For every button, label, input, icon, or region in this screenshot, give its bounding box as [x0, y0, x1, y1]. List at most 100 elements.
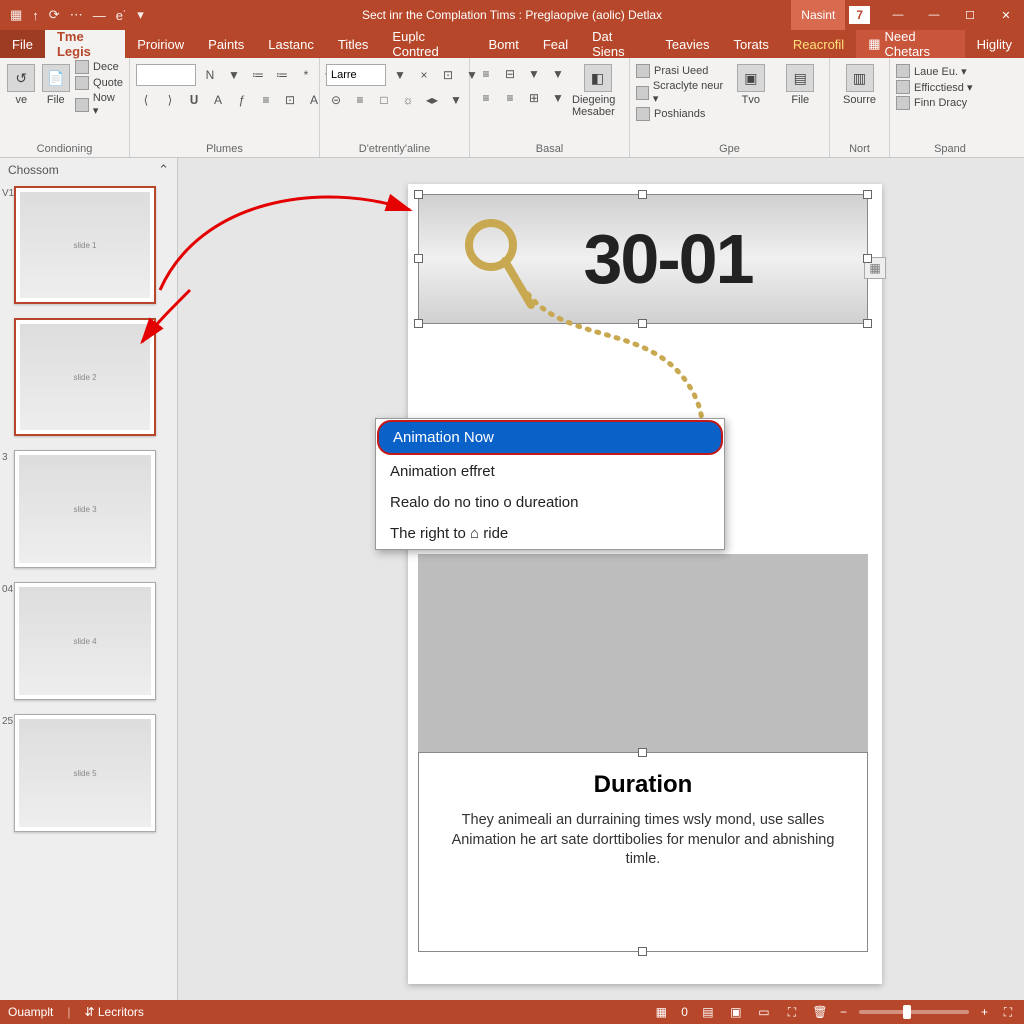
- minimize-button[interactable]: —: [880, 0, 916, 30]
- zoom-slider-knob[interactable]: [903, 1005, 911, 1019]
- ribbon-icon[interactable]: □: [374, 90, 394, 110]
- ribbon-icon[interactable]: A: [208, 90, 228, 110]
- ribbon-icon[interactable]: ≡: [476, 64, 496, 84]
- resize-handle[interactable]: [638, 190, 647, 199]
- chevron-down-icon[interactable]: ▼: [524, 64, 544, 84]
- status-icon[interactable]: ▭: [756, 1004, 772, 1020]
- font-name-combo[interactable]: [136, 64, 196, 86]
- fit-icon[interactable]: ⛶: [1000, 1004, 1016, 1020]
- ribbon-icon[interactable]: ⟩: [160, 90, 180, 110]
- qat-more-icon[interactable]: ▾: [137, 7, 144, 23]
- zoom-in-button[interactable]: +: [981, 1005, 988, 1019]
- ribbon-icon[interactable]: ≔: [272, 65, 292, 85]
- ribbon-icon[interactable]: N: [200, 65, 220, 85]
- menu-item-selected[interactable]: Animation Now: [377, 420, 723, 455]
- ribbon-small-button[interactable]: Dece: [75, 60, 123, 74]
- resize-handle[interactable]: [638, 947, 647, 956]
- tab-item[interactable]: Lastanc: [256, 30, 326, 58]
- ribbon-icon[interactable]: ≡: [256, 90, 276, 110]
- ribbon-icon[interactable]: ×: [414, 65, 434, 85]
- tab-item[interactable]: Euplc Contred: [380, 30, 476, 58]
- ribbon-small-button[interactable]: Finn Dracy: [896, 96, 973, 110]
- resize-handle[interactable]: [863, 319, 872, 328]
- status-icon[interactable]: ▤: [700, 1004, 716, 1020]
- resize-handle[interactable]: [638, 748, 647, 757]
- resize-handle[interactable]: [638, 319, 647, 328]
- tab-item[interactable]: Proiriow: [125, 30, 196, 58]
- tab-active[interactable]: Tme Legis: [45, 30, 125, 58]
- slide-canvas[interactable]: 30-01 ▦ Duration They animeali an durrai…: [178, 158, 1024, 1000]
- qat-refresh-icon[interactable]: ⟳: [49, 7, 60, 23]
- ribbon-icon[interactable]: ⊞: [524, 88, 544, 108]
- slide-thumb[interactable]: 3slide 3: [14, 450, 173, 568]
- ribbon-small-button[interactable]: Now ▾: [75, 92, 123, 117]
- ribbon-small-button[interactable]: Prasi Ueed: [636, 64, 724, 78]
- tab-item[interactable]: Dat Siens: [580, 30, 653, 58]
- chevron-down-icon[interactable]: ▼: [548, 88, 568, 108]
- ribbon-icon[interactable]: ⊡: [280, 90, 300, 110]
- ribbon-icon[interactable]: ⟨: [136, 90, 156, 110]
- ribbon-icon[interactable]: ☼: [398, 90, 418, 110]
- ribbon-large-button[interactable]: ▣Tvo: [728, 60, 773, 106]
- ribbon-large-button[interactable]: ▤File: [778, 60, 823, 106]
- title-textbox[interactable]: 30-01 ▦: [418, 194, 868, 324]
- ribbon-small-button[interactable]: Efficctiesd ▾: [896, 80, 973, 94]
- ribbon-large-button[interactable]: ↺ve: [6, 60, 37, 106]
- restore-button[interactable]: ☐: [952, 0, 988, 30]
- zoom-slider[interactable]: [859, 1010, 969, 1014]
- chevron-down-icon[interactable]: ▼: [224, 65, 244, 85]
- ribbon-icon[interactable]: ≡: [476, 88, 496, 108]
- menu-item[interactable]: Realo do no tino o dureation: [376, 487, 724, 518]
- resize-handle[interactable]: [414, 254, 423, 263]
- zoom-out-button[interactable]: −: [840, 1005, 847, 1019]
- user-name[interactable]: Nasint: [791, 0, 845, 30]
- resize-handle[interactable]: [414, 319, 423, 328]
- qat-icon[interactable]: —: [93, 8, 106, 23]
- ribbon-icon[interactable]: *: [296, 65, 316, 85]
- tab-special[interactable]: ▦ Need Chetars: [856, 30, 964, 58]
- tab-item[interactable]: Titles: [326, 30, 381, 58]
- tab-item[interactable]: Torats: [721, 30, 780, 58]
- ribbon-small-button[interactable]: Poshiands: [636, 107, 724, 121]
- image-placeholder[interactable]: [418, 554, 868, 754]
- slide-thumb[interactable]: slide 2: [14, 318, 173, 436]
- ribbon-icon[interactable]: ⊝: [326, 90, 346, 110]
- size-combo[interactable]: Larre: [326, 64, 386, 86]
- slide-thumb[interactable]: V1slide 1: [14, 186, 173, 304]
- maximize-button[interactable]: —: [916, 0, 952, 30]
- qat-icon[interactable]: e˙: [116, 8, 128, 23]
- tab-file[interactable]: File: [0, 30, 45, 58]
- tab-item[interactable]: Teavies: [653, 30, 721, 58]
- ribbon-icon[interactable]: ⊡: [438, 65, 458, 85]
- ribbon-icon[interactable]: ƒ: [232, 90, 252, 110]
- menu-item[interactable]: Animation effret: [376, 456, 724, 487]
- chevron-down-icon[interactable]: ▼: [548, 64, 568, 84]
- ribbon-icon[interactable]: ≡: [500, 88, 520, 108]
- panel-collapse-icon[interactable]: ⌃: [158, 162, 169, 178]
- ribbon-icon[interactable]: ≡: [350, 90, 370, 110]
- resize-handle[interactable]: [863, 190, 872, 199]
- menu-item[interactable]: The right to ⌂ ride: [376, 518, 724, 549]
- ribbon-icon[interactable]: ≔: [248, 65, 268, 85]
- chevron-down-icon[interactable]: ▼: [390, 65, 410, 85]
- tab-item[interactable]: Feal: [531, 30, 580, 58]
- ribbon-large-button[interactable]: ▥Sourre: [836, 60, 883, 106]
- status-icon[interactable]: ▣: [728, 1004, 744, 1020]
- body-textbox[interactable]: Duration They animeali an durraining tim…: [418, 752, 868, 952]
- tab-item[interactable]: Bomt: [476, 30, 530, 58]
- status-left[interactable]: Ouamplt: [8, 1005, 53, 1019]
- close-button[interactable]: ✕: [988, 0, 1024, 30]
- qat-icon[interactable]: ⋯: [70, 7, 83, 23]
- status-left[interactable]: ⇵ Lecritors: [84, 1005, 143, 1019]
- ribbon-icon[interactable]: ◂▸: [422, 90, 442, 110]
- ribbon-icon[interactable]: ⊟: [500, 64, 520, 84]
- ribbon-small-button[interactable]: Scraclyte neur ▾: [636, 80, 724, 105]
- ribbon-small-button[interactable]: Laue Eu. ▾: [896, 64, 973, 78]
- tab-item[interactable]: Paints: [196, 30, 256, 58]
- resize-handle[interactable]: [863, 254, 872, 263]
- ribbon-small-button[interactable]: Quote: [75, 76, 123, 90]
- tab-special[interactable]: Reacrofil: [781, 30, 856, 58]
- chevron-down-icon[interactable]: ▼: [446, 90, 466, 110]
- slide-thumb[interactable]: 04slide 4: [14, 582, 173, 700]
- resize-handle[interactable]: [414, 190, 423, 199]
